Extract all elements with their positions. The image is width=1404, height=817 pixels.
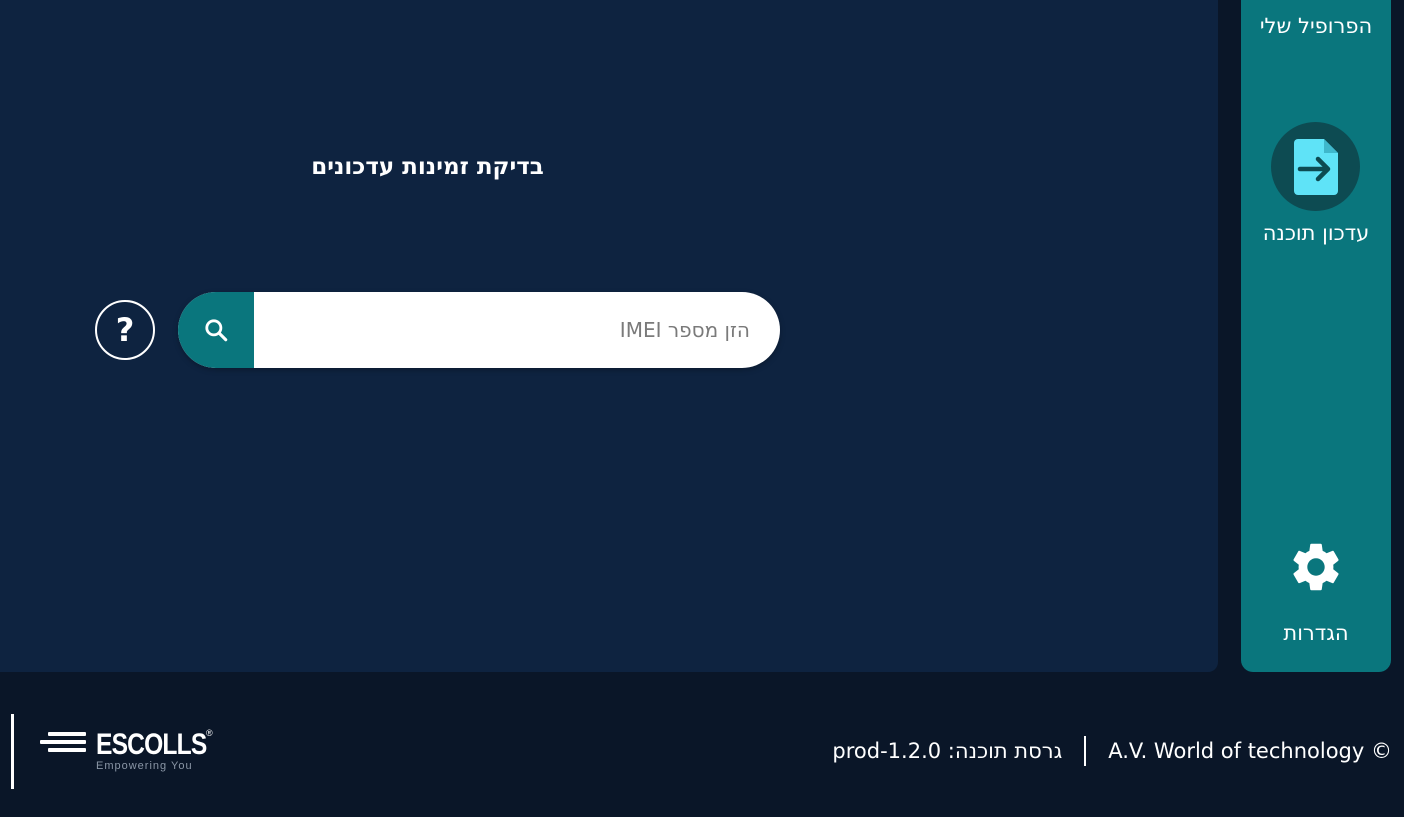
imei-search-input[interactable]	[254, 292, 780, 368]
logo-registered-mark: ®	[206, 728, 213, 738]
footer: ESCOLLS ® Empowering You © A.V. World of…	[0, 672, 1404, 817]
logo-tagline: Empowering You	[96, 760, 193, 772]
copyright-text: © A.V. World of technology	[1108, 739, 1392, 763]
logo-wordmark: ESCOLLS	[96, 728, 207, 761]
footer-divider-left	[11, 714, 14, 789]
search-button[interactable]	[178, 292, 254, 368]
sidebar-item-software-update[interactable]: עדכון תוכנה	[1241, 221, 1391, 245]
search-bar	[178, 292, 780, 368]
sidebar-item-software-update-icon-button[interactable]	[1271, 122, 1360, 211]
sidebar-item-my-profile[interactable]: הפרופיל שלי	[1241, 14, 1391, 38]
sidebar: הפרופיל שלי עדכון תוכנה הגדרות	[1241, 0, 1391, 672]
sidebar-item-settings-icon-button[interactable]	[1286, 537, 1346, 597]
sidebar-item-settings[interactable]: הגדרות	[1241, 621, 1391, 645]
gear-icon	[1293, 543, 1339, 591]
file-update-icon	[1293, 138, 1338, 195]
help-button[interactable]: ?	[95, 300, 155, 360]
software-version-text: גרסת תוכנה: prod-1.2.0	[832, 739, 1063, 763]
page-title: בדיקת זמינות עדכונים	[311, 154, 544, 180]
help-question-icon: ?	[115, 311, 135, 349]
footer-info: © A.V. World of technology גרסת תוכנה: p…	[832, 736, 1392, 766]
footer-divider	[1084, 736, 1087, 766]
search-icon	[205, 319, 228, 342]
escolls-logo: ESCOLLS ® Empowering You	[40, 728, 220, 778]
main-panel: בדיקת זמינות עדכונים ?	[0, 0, 1218, 672]
